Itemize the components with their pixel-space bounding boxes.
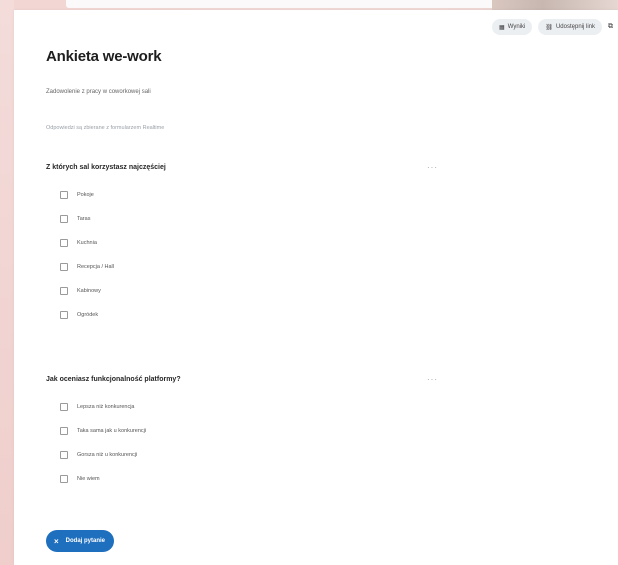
options-list: Pokoje Taras Kuchnia Recepcja / Hall Kab… [46, 183, 446, 327]
option-label: Recepcja / Hall [77, 264, 114, 270]
survey-card: ▦ Wyniki ⛓ Udostępnij link ⧉ Ankieta we-… [14, 10, 618, 565]
option-label: Kabinowy [77, 288, 101, 294]
question-header: Jak oceniasz funkcjonalność platformy? ·… [46, 372, 446, 386]
question-card: Z których sal korzystasz najczęściej ···… [46, 160, 446, 327]
more-icon[interactable]: ⧉ [608, 19, 618, 35]
checkbox[interactable] [60, 191, 68, 199]
option-label: Nie wiem [77, 476, 100, 482]
page-title: Ankieta we-work [46, 48, 162, 65]
checkbox[interactable] [60, 475, 68, 483]
list-item[interactable]: Taras [46, 207, 446, 231]
option-label: Ogródek [77, 312, 99, 318]
list-item[interactable]: Ogródek [46, 303, 446, 327]
add-question-label: Dodaj pytanie [65, 538, 106, 544]
list-item[interactable]: Kuchnia [46, 231, 446, 255]
checkbox[interactable] [60, 403, 68, 411]
add-question-button[interactable]: × Dodaj pytanie [46, 530, 115, 552]
checkbox[interactable] [60, 287, 68, 295]
top-strip [66, 0, 496, 8]
list-item[interactable]: Nie wiem [46, 467, 446, 491]
option-label: Kuchnia [77, 240, 97, 246]
option-label: Taras [77, 216, 91, 222]
plus-icon: × [54, 536, 59, 546]
options-list: Lepsza niż konkurencja Taka sama jak u k… [46, 395, 446, 491]
results-button[interactable]: ▦ Wyniki [492, 19, 533, 35]
share-link-button[interactable]: ⛓ Udostępnij link [538, 19, 602, 35]
share-link-button-label: Udostępnij link [555, 24, 595, 30]
link-icon: ⛓ [545, 24, 553, 31]
option-label: Gorsza niż u konkurencji [77, 452, 138, 458]
checkbox[interactable] [60, 427, 68, 435]
background-left [0, 0, 14, 565]
checkbox[interactable] [60, 311, 68, 319]
list-item[interactable]: Pokoje [46, 183, 446, 207]
chart-icon: ▦ [499, 24, 505, 31]
list-item[interactable]: Gorsza niż u konkurencji [46, 443, 446, 467]
list-item[interactable]: Lepsza niż konkurencja [46, 395, 446, 419]
more-options-icon[interactable]: ··· [427, 163, 438, 172]
question-title: Z których sal korzystasz najczęściej [46, 163, 166, 171]
list-item[interactable]: Recepcja / Hall [46, 255, 446, 279]
list-item[interactable]: Taka sama jak u konkurencji [46, 419, 446, 443]
more-options-icon[interactable]: ··· [427, 375, 438, 384]
checkbox[interactable] [60, 215, 68, 223]
checkbox[interactable] [60, 239, 68, 247]
page-note: Odpowiedzi są zbierane z formularzem Rea… [46, 125, 165, 131]
question-card: Jak oceniasz funkcjonalność platformy? ·… [46, 372, 446, 491]
checkbox[interactable] [60, 263, 68, 271]
option-label: Taka sama jak u konkurencji [77, 428, 147, 434]
results-button-label: Wyniki [507, 24, 526, 30]
toolbar: ▦ Wyniki ⛓ Udostępnij link ⧉ [492, 19, 618, 35]
list-item[interactable]: Kabinowy [46, 279, 446, 303]
checkbox[interactable] [60, 451, 68, 459]
question-header: Z których sal korzystasz najczęściej ··· [46, 160, 446, 174]
page-subtitle: Zadowolenie z pracy w coworkowej sali [46, 89, 151, 95]
question-title: Jak oceniasz funkcjonalność platformy? [46, 375, 181, 383]
option-label: Pokoje [77, 192, 94, 198]
option-label: Lepsza niż konkurencja [77, 404, 135, 410]
